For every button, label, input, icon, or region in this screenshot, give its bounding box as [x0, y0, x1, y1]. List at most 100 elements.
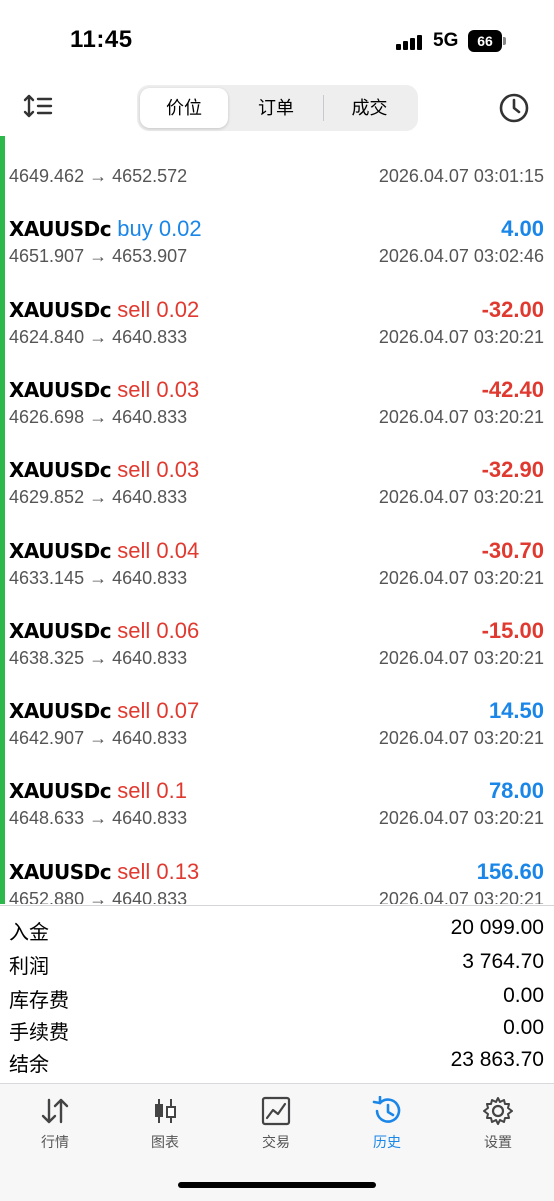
battery-icon: 66	[468, 30, 502, 52]
summary-row-deposit: 入金 20 099.00	[0, 912, 554, 944]
deal-profit: -42.40	[481, 376, 544, 402]
deal-symbol: XAUUSDc	[9, 377, 112, 402]
deal-row[interactable]: XAUUSDc sell 0.07 14.50 4642.907 → 4640.83…	[0, 682, 554, 762]
deal-time: 2026.04.07 03:20:21	[378, 808, 544, 829]
summary-label: 手续费	[9, 1022, 69, 1044]
settings-gear-icon	[483, 1097, 513, 1125]
tab-history[interactable]: 历史	[332, 1092, 442, 1152]
tab-settings[interactable]: 设置	[443, 1092, 553, 1152]
deal-prices: 4633.145 → 4640.833	[9, 567, 188, 588]
deal-prices: 4629.852 → 4640.833	[9, 487, 188, 508]
deal-side-volume: sell 0.03	[117, 457, 200, 483]
deal-profit: 14.50	[488, 698, 544, 724]
toolbar: 价位 订单 成交	[0, 80, 554, 136]
deal-prices: 4649.462 → 4652.572	[9, 166, 188, 186]
deal-time: 2026.04.07 03:20:21	[378, 888, 544, 904]
summary-label: 库存费	[9, 990, 69, 1012]
deal-profit: -32.00	[481, 296, 544, 322]
deal-time: 2026.04.07 03:02:46	[378, 246, 544, 267]
deal-symbol: XAUUSDc	[9, 458, 112, 483]
deal-symbol: XAUUSDc	[9, 538, 112, 563]
tab-trade[interactable]: 交易	[221, 1092, 331, 1152]
tab-label: 行情	[41, 1134, 69, 1150]
deal-title: XAUUSDc sell 0.03	[9, 377, 199, 403]
deal-row[interactable]: XAUUSDc sell 0.02 -32.00 4624.840 → 4640.8…	[0, 281, 554, 361]
candlestick-chart-icon	[155, 1099, 176, 1123]
deal-row[interactable]: XAUUSDc buy 0.02 4.00 4651.907 → 4653.907 2…	[0, 200, 554, 280]
clock-icon[interactable]	[496, 90, 532, 126]
deal-time: 2026.04.07 03:20:21	[378, 406, 544, 427]
deal-title: XAUUSDc sell 0.04	[9, 538, 199, 564]
deal-row[interactable]: XAUUSDc sell 0.1 78.00 4648.633 → 4640.833…	[0, 762, 554, 842]
deal-prices: 4652.880 → 4640.833	[9, 888, 188, 904]
deal-symbol: XAUUSDc	[9, 217, 112, 242]
summary-value: 20 099.00	[450, 916, 544, 939]
deal-title: XAUUSDc sell 0.13	[9, 859, 199, 885]
tab-label: 图表	[151, 1134, 179, 1150]
deal-profit: -30.70	[481, 537, 544, 563]
trade-chart-icon	[261, 1096, 291, 1126]
deal-prices: 4626.698 → 4640.833	[9, 406, 188, 427]
deal-side-volume: sell 0.07	[117, 698, 200, 724]
sort-icon[interactable]	[22, 92, 56, 120]
tab-charts[interactable]: 图表	[110, 1092, 220, 1152]
deal-row[interactable]: XAUUSDc sell 0.06 -15.00 4638.325 → 4640.8…	[0, 602, 554, 682]
history-clock-icon	[372, 1096, 401, 1123]
deal-row[interactable]: XAUUSDc sell 0.13 156.60 4652.880 → 4640.8…	[0, 843, 554, 904]
tab-quotes[interactable]: 行情	[0, 1092, 110, 1152]
deal-time: 2026.04.07 03:20:21	[378, 487, 544, 508]
deal-side-volume: sell 0.04	[117, 537, 200, 563]
deal-time: 2026.04.07 03:01:15	[378, 166, 544, 186]
deal-symbol: XAUUSDc	[9, 699, 112, 724]
deal-prices: 4651.907 → 4653.907	[9, 246, 188, 267]
summary-row-balance: 结余 23 863.70	[0, 1044, 554, 1076]
summary-value: 3 764.70	[462, 950, 544, 973]
deal-time: 2026.04.07 03:20:21	[378, 326, 544, 347]
deal-side-volume: sell 0.02	[117, 296, 200, 322]
deal-time: 2026.04.07 03:20:21	[378, 728, 544, 749]
deal-row[interactable]: XAUUSDc sell 0.03 -32.90 4629.852 → 4640.8…	[0, 441, 554, 521]
deal-symbol: XAUUSDc	[9, 779, 112, 804]
summary-label: 结余	[9, 1054, 49, 1076]
deal-symbol: XAUUSDc	[9, 297, 112, 322]
deal-side-volume: sell 0.06	[117, 617, 200, 643]
deal-side-volume: buy 0.02	[117, 216, 202, 242]
deal-title: XAUUSDc buy 0.02	[9, 216, 202, 242]
segment-price[interactable]: 价位	[140, 88, 228, 128]
signal-strength-icon	[396, 34, 426, 50]
deal-profit: -15.00	[481, 617, 544, 643]
deal-profit: -32.90	[481, 457, 544, 483]
deal-profit: 156.60	[476, 858, 544, 884]
deal-row[interactable]: 4649.462 → 4652.572 2026.04.07 03:01:15	[0, 136, 554, 200]
deal-prices: 4638.325 → 4640.833	[9, 647, 188, 668]
tab-label: 交易	[262, 1134, 290, 1150]
deal-prices: 4648.633 → 4640.833	[9, 808, 188, 829]
deal-prices: 4624.840 → 4640.833	[9, 326, 188, 347]
status-time: 11:45	[70, 26, 133, 53]
status-bar: 11:45 5G 66	[0, 0, 554, 80]
summary-row-swap: 库存费 0.00	[0, 980, 554, 1012]
deal-list[interactable]: 4649.462 → 4652.572 2026.04.07 03:01:15 XA…	[0, 136, 554, 904]
battery-cap	[503, 37, 506, 45]
deal-row[interactable]: XAUUSDc sell 0.04 -30.70 4633.145 → 4640.8…	[0, 522, 554, 602]
deal-symbol: XAUUSDc	[9, 618, 112, 643]
quotes-arrows-icon	[41, 1098, 69, 1124]
segment-deals[interactable]: 成交	[324, 88, 415, 128]
deal-title: XAUUSDc sell 0.07	[9, 698, 199, 724]
network-type: 5G	[433, 30, 459, 51]
deal-row[interactable]: XAUUSDc sell 0.03 -42.40 4626.698 → 4640.8…	[0, 361, 554, 441]
summary-value: 0.00	[503, 984, 544, 1007]
deal-title: XAUUSDc sell 0.06	[9, 618, 199, 644]
segmented-control: 价位 订单 成交	[137, 85, 418, 131]
deal-profit: 4.00	[501, 216, 544, 242]
deal-time: 2026.04.07 03:20:21	[378, 567, 544, 588]
home-indicator	[178, 1182, 376, 1188]
deal-title: XAUUSDc sell 0.03	[9, 457, 199, 483]
deal-symbol: XAUUSDc	[9, 859, 112, 884]
segment-orders[interactable]: 订单	[231, 88, 321, 128]
summary-value: 23 863.70	[450, 1048, 544, 1071]
deal-prices: 4642.907 → 4640.833	[9, 728, 188, 749]
summary-row-commission: 手续费 0.00	[0, 1012, 554, 1044]
summary-panel: 入金 20 099.00 利润 3 764.70 库存费 0.00 手续费 0.…	[0, 905, 554, 1076]
summary-label: 入金	[9, 922, 49, 944]
